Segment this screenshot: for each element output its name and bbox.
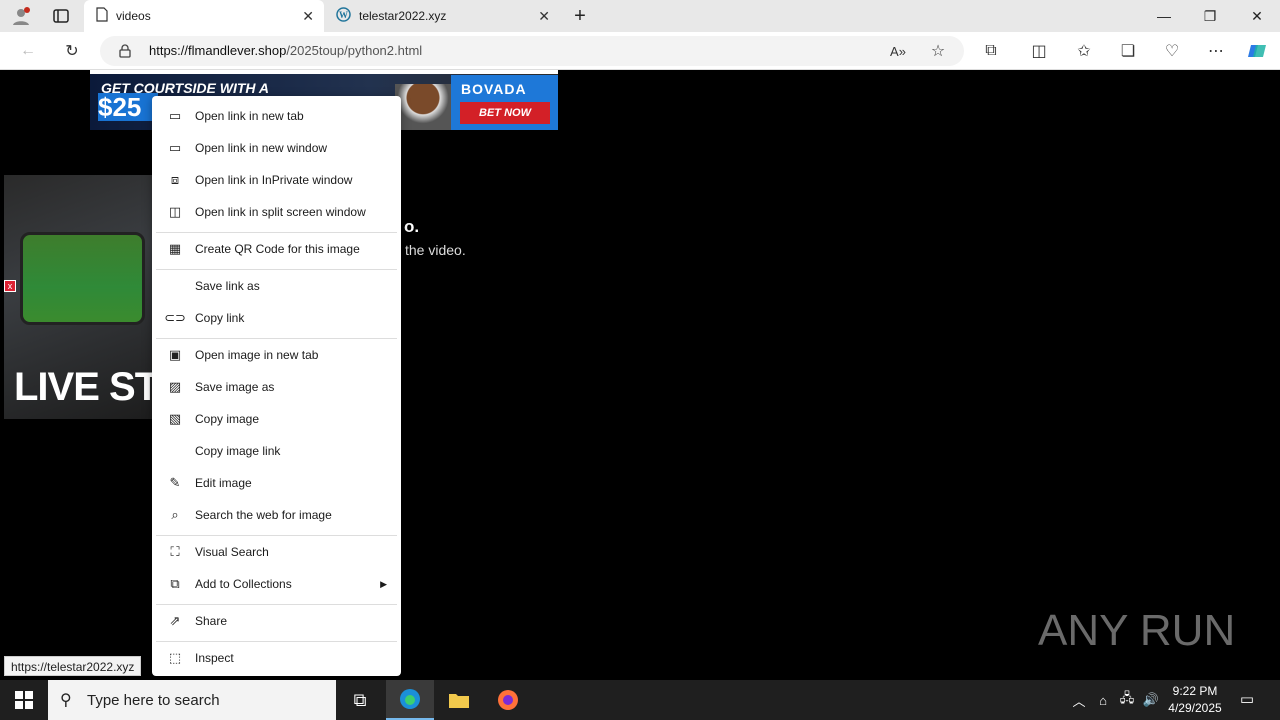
firefox-icon[interactable] [484, 680, 532, 720]
menu-copy-image-link[interactable]: Copy image link [152, 435, 401, 467]
inspect-icon: ⬚ [168, 650, 182, 665]
split-screen-icon[interactable]: ◫ [1028, 40, 1050, 62]
search-icon: ⚲ [60, 692, 72, 709]
profile-icon[interactable] [8, 4, 34, 28]
tab-title: telestar2022.xyz [359, 9, 447, 23]
tab-telestar[interactable]: W telestar2022.xyz ✕ [324, 0, 560, 32]
menu-open-new-window[interactable]: ▭ Open link in new window [152, 132, 401, 164]
ad-player-image [395, 84, 451, 130]
close-ad-icon[interactable]: x [4, 280, 16, 292]
clock-date: 4/29/2025 [1168, 701, 1222, 715]
page-icon [96, 7, 108, 25]
read-aloud-icon[interactable]: A» [887, 40, 909, 62]
menu-open-inprivate[interactable]: ⧈ Open link in InPrivate window [152, 164, 401, 196]
bovada-logo: BOVADA [461, 81, 527, 97]
clock-time: 9:22 PM [1172, 684, 1218, 698]
settings-more-icon[interactable]: ⋯ [1205, 40, 1227, 62]
lock-icon[interactable] [114, 40, 136, 62]
svg-text:W: W [339, 10, 348, 20]
menu-open-image-tab[interactable]: ▣ Open image in new tab [152, 339, 401, 371]
start-button[interactable] [0, 680, 48, 720]
taskbar-search-box[interactable]: ⚲ Type here to search [48, 680, 336, 720]
menu-create-qr[interactable]: ▦ Create QR Code for this image [152, 233, 401, 265]
save-image-icon: ▨ [168, 379, 182, 394]
menu-add-collections[interactable]: ⧉ Add to Collections ▶ [152, 568, 401, 600]
image-search-icon: ⌕ [171, 507, 179, 522]
network-icon[interactable]: 🖧 [1116, 690, 1138, 710]
watermark-text: ANY RUN [1038, 606, 1236, 655]
split-screen-icon: ◫ [168, 204, 182, 219]
image-tab-icon: ▣ [168, 347, 182, 362]
taskbar-clock[interactable]: 9:22 PM 4/29/2025 [1162, 683, 1228, 717]
tab-title: videos [116, 9, 151, 23]
inprivate-icon: ⧈ [170, 172, 180, 187]
menu-edit-image[interactable]: ✎ Edit image [152, 467, 401, 499]
tab-videos[interactable]: videos ✕ [84, 0, 324, 32]
copy-image-icon: ▧ [168, 411, 182, 426]
restore-button[interactable]: ❐ [1187, 0, 1233, 32]
menu-copy-link[interactable]: ⊂⊃ Copy link [152, 302, 401, 334]
volume-icon[interactable]: 🔊 [1140, 690, 1162, 710]
file-explorer-icon[interactable] [435, 680, 483, 720]
menu-share[interactable]: ⇗ Share [152, 605, 401, 637]
favorite-star-icon[interactable]: ☆ [927, 40, 949, 62]
menu-inspect[interactable]: ⬚ Inspect [152, 642, 401, 674]
phone-football-image [20, 232, 145, 325]
video-message-text: the video. [405, 242, 466, 258]
menu-open-new-tab[interactable]: ▭ Open link in new tab [152, 100, 401, 132]
close-tab-icon[interactable]: ✕ [302, 8, 314, 25]
new-window-icon: ▭ [168, 140, 182, 155]
status-bar-url: https://telestar2022.xyz [4, 656, 142, 676]
url-text[interactable]: https://flmandlever.shop/2025toup/python… [149, 43, 422, 58]
visual-search-icon: ⛶ [170, 544, 180, 559]
back-icon[interactable]: ← [17, 40, 39, 62]
menu-save-link[interactable]: Save link as [152, 270, 401, 302]
menu-copy-image[interactable]: ▧ Copy image [152, 403, 401, 435]
anyrun-watermark: ANY RUN [1038, 606, 1235, 656]
video-message-title: o. [404, 217, 420, 236]
copilot-icon[interactable] [1246, 40, 1268, 62]
menu-visual-search[interactable]: ⛶ Visual Search [152, 536, 401, 568]
menu-save-image[interactable]: ▨ Save image as [152, 371, 401, 403]
qr-code-icon: ▦ [168, 241, 182, 256]
live-stream-text: LIVE STR [14, 365, 154, 409]
extensions-icon[interactable]: ⧉ [980, 40, 1002, 62]
edge-taskbar-icon[interactable] [386, 680, 434, 720]
minimize-button[interactable]: — [1141, 0, 1187, 32]
wordpress-icon: W [336, 7, 351, 25]
banner-top-strip [90, 70, 558, 74]
banner-amount: $25 [98, 93, 158, 121]
device-icon[interactable]: ⌂ [1092, 690, 1114, 710]
search-placeholder: Type here to search [87, 691, 220, 709]
context-menu: ▭ Open link in new tab ▭ Open link in new … [152, 96, 401, 676]
new-tab-icon: ▭ [168, 108, 182, 123]
collections-icon: ⧉ [170, 576, 180, 591]
close-tab-icon[interactable]: ✕ [538, 8, 550, 25]
show-hidden-icons-icon[interactable]: ︿ [1068, 690, 1090, 710]
collections-icon[interactable]: ❏ [1117, 40, 1139, 62]
task-view-icon[interactable]: ⧉ [336, 680, 384, 720]
windows-icon [15, 691, 33, 709]
menu-search-image[interactable]: ⌕ Search the web for image [152, 499, 401, 531]
browser-essentials-icon[interactable]: ♡ [1161, 40, 1183, 62]
link-icon: ⊂⊃ [164, 310, 186, 325]
share-icon: ⇗ [169, 613, 181, 628]
new-tab-button[interactable]: + [568, 4, 592, 28]
submenu-arrow-icon: ▶ [380, 578, 387, 589]
notifications-icon[interactable]: ▭ [1236, 689, 1258, 709]
bet-now-button[interactable]: BET NOW [460, 102, 550, 124]
edit-image-icon: ✎ [169, 475, 181, 490]
close-window-button[interactable]: ✕ [1234, 0, 1280, 32]
menu-open-split-screen[interactable]: ◫ Open link in split screen window [152, 196, 401, 228]
favorites-icon[interactable]: ✩ [1073, 40, 1095, 62]
tab-actions-icon[interactable] [48, 4, 74, 28]
refresh-icon[interactable]: ↻ [61, 40, 83, 62]
